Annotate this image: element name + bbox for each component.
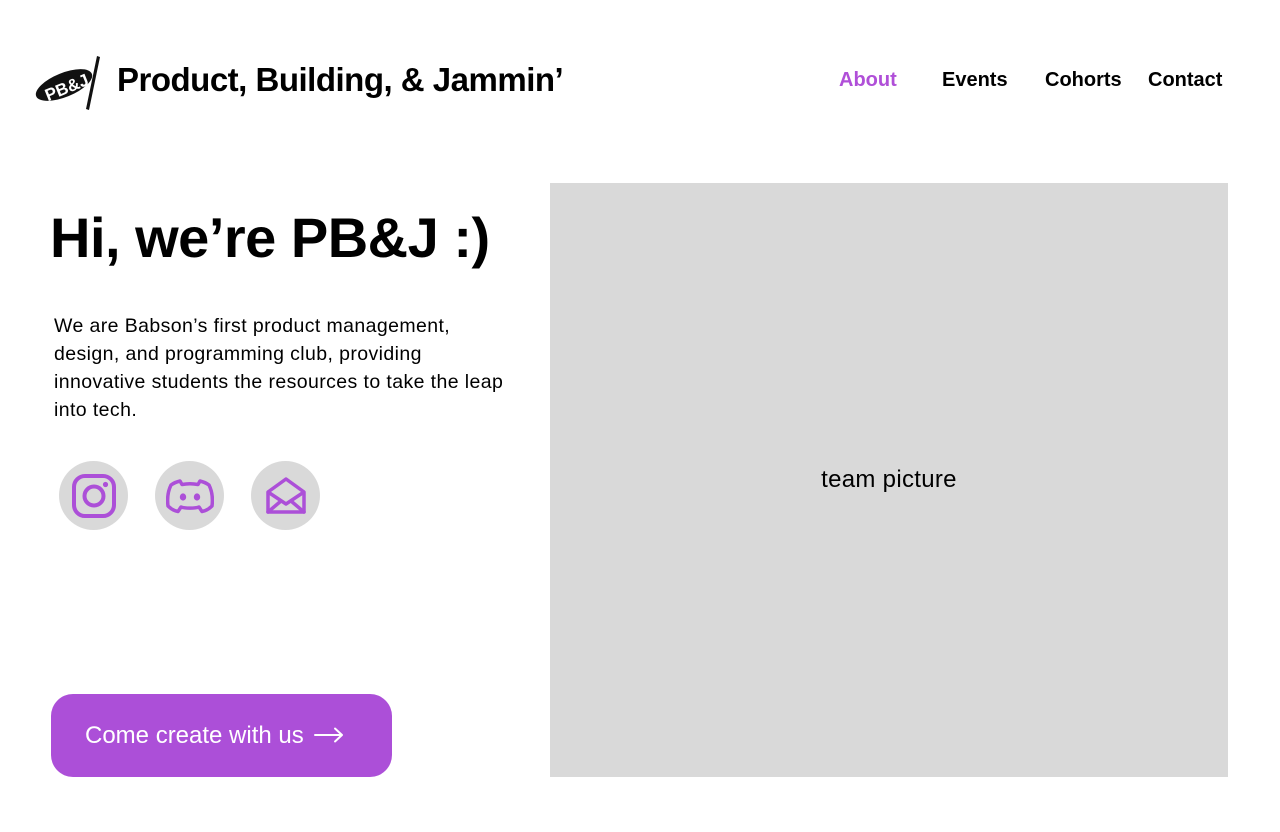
team-picture-label: team picture — [821, 466, 957, 493]
hero-title: Hi, we’re PB&J :) — [50, 206, 490, 269]
come-create-button[interactable]: Come create with us — [51, 694, 392, 777]
cta-label: Come create with us — [85, 721, 304, 749]
hero-description: We are Babson’s first product management… — [54, 315, 504, 421]
nav-about[interactable]: About — [839, 66, 897, 94]
instagram-icon — [71, 473, 117, 519]
site-title: Product, Building, & Jammin’ — [117, 61, 564, 98]
team-picture-placeholder: team picture — [550, 183, 1228, 777]
pbj-logo[interactable]: PB&J — [34, 52, 104, 114]
nav-events[interactable]: Events — [942, 66, 1008, 94]
email-button[interactable] — [251, 461, 320, 530]
mail-icon — [264, 476, 308, 516]
nav-contact[interactable]: Contact — [1148, 66, 1222, 94]
arrow-right-icon — [313, 722, 344, 750]
discord-button[interactable] — [155, 461, 224, 530]
instagram-button[interactable] — [59, 461, 128, 530]
nav-cohorts[interactable]: Cohorts — [1045, 66, 1122, 94]
discord-icon — [165, 476, 214, 516]
